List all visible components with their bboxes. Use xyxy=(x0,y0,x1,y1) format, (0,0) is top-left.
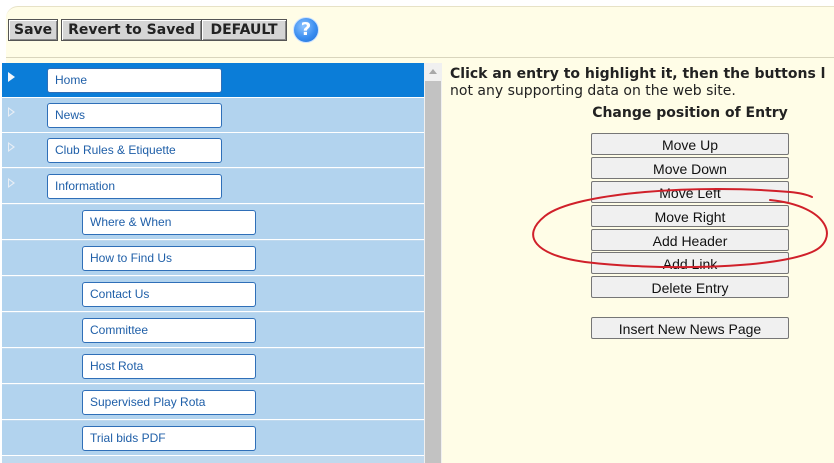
move-up-button[interactable]: Move Up xyxy=(591,133,789,155)
expand-arrow-icon[interactable] xyxy=(8,107,15,117)
change-position-title: Change position of Entry xyxy=(592,105,788,121)
default-button[interactable]: DEFAULT xyxy=(201,19,287,41)
tree-row-club-rules[interactable]: Club Rules & Etiquette xyxy=(2,133,424,168)
expand-arrow-icon[interactable] xyxy=(8,72,15,82)
tree-row-information[interactable]: Information xyxy=(2,169,424,204)
expand-arrow-icon[interactable] xyxy=(8,178,15,188)
save-button[interactable]: Save xyxy=(8,19,58,41)
instructions-line-1: Click an entry to highlight it, then the… xyxy=(450,66,826,82)
tree-entry[interactable]: Contact Us xyxy=(82,282,256,307)
tree-entry[interactable]: How to Find Us xyxy=(82,246,256,271)
scroll-up-arrow-icon[interactable] xyxy=(429,69,437,74)
tree-row-supervised-play-rota[interactable]: Supervised Play Rota xyxy=(2,385,424,420)
tree-entry[interactable]: Information xyxy=(47,174,222,199)
tree-entry[interactable]: News xyxy=(47,103,222,128)
tree-entry[interactable]: Home xyxy=(47,68,222,93)
delete-entry-button[interactable]: Delete Entry xyxy=(591,276,789,298)
tree-row-committee[interactable]: Committee xyxy=(2,313,424,348)
menu-tree: Home News Club Rules & Etiquette Informa… xyxy=(2,63,424,463)
expand-arrow-icon[interactable] xyxy=(8,142,15,152)
insert-new-news-page-button[interactable]: Insert New News Page xyxy=(591,317,789,339)
toolbar-divider xyxy=(6,57,834,58)
move-left-button[interactable]: Move Left xyxy=(591,181,789,203)
scroll-thumb[interactable] xyxy=(425,81,441,463)
tree-entry[interactable]: Where & When xyxy=(82,210,256,235)
move-down-button[interactable]: Move Down xyxy=(591,157,789,179)
add-header-button[interactable]: Add Header xyxy=(591,229,789,251)
tree-entry[interactable]: Club Rules & Etiquette xyxy=(47,138,222,163)
tree-entry[interactable]: Host Rota xyxy=(82,354,256,379)
tree-row-contact-us[interactable]: Contact Us xyxy=(2,277,424,312)
revert-to-saved-button[interactable]: Revert to Saved xyxy=(61,19,202,41)
move-right-button[interactable]: Move Right xyxy=(591,205,789,227)
tree-entry[interactable]: Trial bids PDF xyxy=(82,426,256,451)
tree-row-news[interactable]: News xyxy=(2,98,424,133)
tree-row-host-rota[interactable]: Host Rota xyxy=(2,349,424,384)
tree-entry[interactable]: Supervised Play Rota xyxy=(82,390,256,415)
tree-row-where-when[interactable]: Where & When xyxy=(2,205,424,240)
add-link-button[interactable]: Add Link xyxy=(591,252,789,274)
help-icon[interactable]: ? xyxy=(293,17,319,43)
tree-row-home[interactable]: Home xyxy=(2,63,424,98)
instructions-line-2: not any supporting data on the web site. xyxy=(450,83,736,99)
tree-row-how-to-find-us[interactable]: How to Find Us xyxy=(2,241,424,276)
instructions: Click an entry to highlight it, then the… xyxy=(450,66,830,100)
tree-scrollbar[interactable] xyxy=(424,63,442,463)
tree-row-trial-bids[interactable]: Trial bids PDF xyxy=(2,421,424,456)
tree-entry[interactable]: Committee xyxy=(82,318,256,343)
